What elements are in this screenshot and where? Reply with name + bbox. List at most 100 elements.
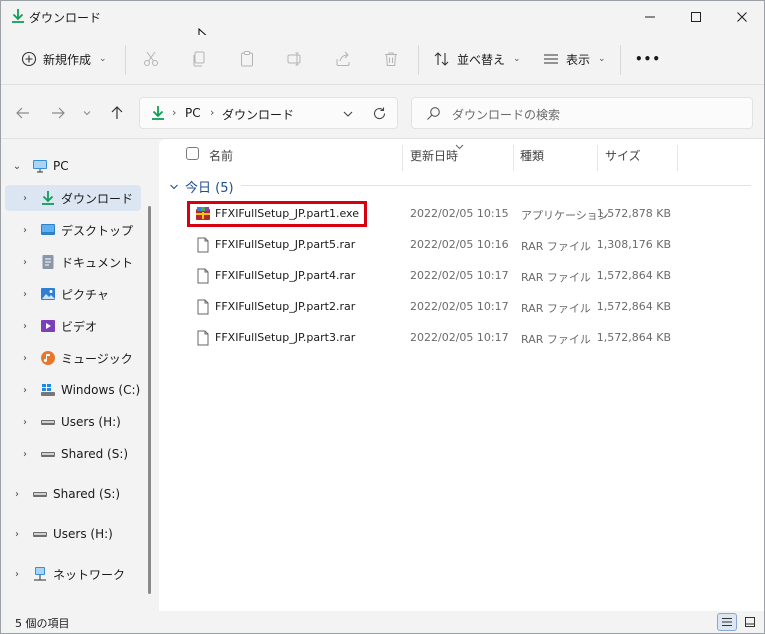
- recent-locations-button[interactable]: [77, 99, 97, 127]
- paste-button[interactable]: [235, 47, 259, 71]
- file-name: FFXIFullSetup_JP.part5.rar: [215, 238, 356, 251]
- file-date: 2022/02/05 10:17: [410, 269, 509, 282]
- delete-button[interactable]: [379, 47, 403, 71]
- nav-item-label: ミュージック: [61, 351, 133, 366]
- address-bar[interactable]: › PC › ダウンロード: [139, 97, 398, 129]
- rename-button[interactable]: [283, 47, 307, 71]
- column-header-name[interactable]: 名前: [209, 147, 233, 164]
- refresh-button[interactable]: [372, 106, 387, 124]
- copy-button[interactable]: [187, 47, 211, 71]
- nav-item-pc[interactable]: ⌄ PC: [1, 153, 141, 179]
- download-icon: [150, 105, 166, 124]
- drive-icon: [40, 446, 56, 462]
- chevron-right-icon: ›: [23, 352, 27, 364]
- nav-item-windows-c[interactable]: › Windows (C:): [1, 377, 141, 403]
- arrow-right-icon: [52, 107, 65, 119]
- navigation-pane: ⌄ PC › ダウンロード › デスクトップ › ドキュメント › ピクチャ ›…: [1, 141, 156, 611]
- tiles-view-button[interactable]: [740, 613, 760, 631]
- minimize-icon: [645, 16, 655, 18]
- drive-icon: [40, 414, 56, 430]
- nav-item-label: Shared (S:): [61, 447, 129, 461]
- group-header-today[interactable]: 今日 (5): [169, 177, 234, 196]
- cut-button[interactable]: [139, 47, 163, 71]
- nav-item-pictures[interactable]: › ピクチャ: [1, 281, 141, 307]
- navigation-scrollbar[interactable]: [148, 206, 151, 594]
- column-header-size[interactable]: サイズ: [605, 147, 641, 164]
- close-button[interactable]: [719, 1, 764, 33]
- search-box[interactable]: ダウンロードの検索: [411, 97, 753, 129]
- file-row[interactable]: FFXIFullSetup_JP.part1.exe 2022/02/05 10…: [185, 199, 759, 229]
- nav-item-downloads[interactable]: › ダウンロード: [5, 185, 141, 211]
- nav-item-users-h-network[interactable]: › Users (H:): [1, 521, 141, 547]
- sort-button[interactable]: 並べ替え ⌄: [433, 45, 521, 73]
- nav-item-music[interactable]: › ミュージック: [1, 345, 141, 371]
- chevron-down-icon: [170, 184, 178, 189]
- sort-icon: [434, 52, 449, 66]
- file-row[interactable]: FFXIFullSetup_JP.part2.rar 2022/02/05 10…: [185, 292, 759, 322]
- chevron-down-icon: ⌄: [513, 54, 521, 64]
- maximize-button[interactable]: [673, 1, 719, 33]
- new-button-label: 新規作成: [43, 52, 92, 67]
- breadcrumb-downloads[interactable]: ダウンロード: [222, 106, 294, 123]
- forward-button[interactable]: [46, 99, 70, 127]
- document-icon: [40, 254, 56, 270]
- file-row[interactable]: FFXIFullSetup_JP.part4.rar 2022/02/05 10…: [185, 261, 759, 291]
- sort-button-label: 並べ替え: [457, 52, 506, 67]
- maximize-icon: [691, 12, 701, 22]
- column-divider[interactable]: [597, 145, 598, 171]
- nav-item-label: ビデオ: [61, 319, 98, 334]
- group-header-label: 今日 (5): [185, 181, 234, 196]
- nav-item-documents[interactable]: › ドキュメント: [1, 249, 141, 275]
- file-icon: [195, 299, 211, 315]
- share-button[interactable]: [331, 47, 355, 71]
- file-row[interactable]: FFXIFullSetup_JP.part3.rar 2022/02/05 10…: [185, 323, 759, 353]
- picture-icon: [40, 286, 56, 302]
- file-size: 1,572,864 KB: [596, 331, 671, 344]
- file-size: 1,572,878 KB: [596, 207, 671, 220]
- address-history-dropdown[interactable]: [342, 108, 354, 123]
- nav-item-desktop[interactable]: › デスクトップ: [1, 217, 141, 243]
- nav-item-shared-s[interactable]: › Shared (S:): [1, 441, 141, 467]
- nav-item-users-h[interactable]: › Users (H:): [1, 409, 141, 435]
- chevron-down-icon: ⌄: [99, 54, 107, 64]
- nav-item-label: PC: [53, 159, 69, 173]
- window-title: ダウンロード: [29, 11, 102, 25]
- select-all-checkbox[interactable]: [186, 147, 199, 160]
- up-button[interactable]: [105, 99, 129, 127]
- more-options-button[interactable]: •••: [635, 45, 661, 73]
- breadcrumb-chevron-icon: ›: [172, 106, 177, 119]
- drive-icon: [32, 486, 48, 502]
- column-header-type[interactable]: 種類: [520, 147, 544, 164]
- back-button[interactable]: [11, 99, 35, 127]
- network-icon: [32, 566, 48, 582]
- file-size: 1,572,864 KB: [596, 300, 671, 313]
- chevron-down-icon: [83, 111, 91, 116]
- chevron-right-icon: ›: [23, 320, 27, 332]
- nav-item-videos[interactable]: › ビデオ: [1, 313, 141, 339]
- file-type: RAR ファイル: [521, 302, 591, 315]
- title-bar[interactable]: ダウンロード: [1, 1, 764, 33]
- breadcrumb-pc[interactable]: PC: [185, 106, 201, 120]
- breadcrumb-chevron-icon: ›: [210, 106, 215, 119]
- file-type: RAR ファイル: [521, 240, 591, 253]
- view-button[interactable]: 表示 ⌄: [542, 45, 606, 73]
- column-divider[interactable]: [402, 145, 403, 171]
- file-row[interactable]: FFXIFullSetup_JP.part5.rar 2022/02/05 10…: [185, 230, 759, 260]
- nav-item-label: ネットワーク: [53, 567, 126, 582]
- file-size: 1,308,176 KB: [596, 238, 671, 251]
- list-view-icon: [544, 54, 558, 64]
- file-date: 2022/02/05 10:15: [410, 207, 509, 220]
- file-type: RAR ファイル: [521, 271, 591, 284]
- new-button[interactable]: 新規作成 ⌄: [21, 45, 107, 73]
- nav-item-network[interactable]: › ネットワーク: [1, 561, 141, 587]
- minimize-button[interactable]: [627, 1, 673, 33]
- column-header-date[interactable]: 更新日時: [410, 147, 458, 164]
- column-divider[interactable]: [513, 145, 514, 171]
- nav-item-shared-s-network[interactable]: › Shared (S:): [1, 481, 141, 507]
- paste-icon: [241, 51, 253, 67]
- exe-archive-icon: [195, 206, 211, 222]
- pc-icon: [32, 158, 48, 174]
- details-view-button[interactable]: [717, 613, 737, 631]
- file-icon: [195, 268, 211, 284]
- column-divider[interactable]: [677, 145, 678, 171]
